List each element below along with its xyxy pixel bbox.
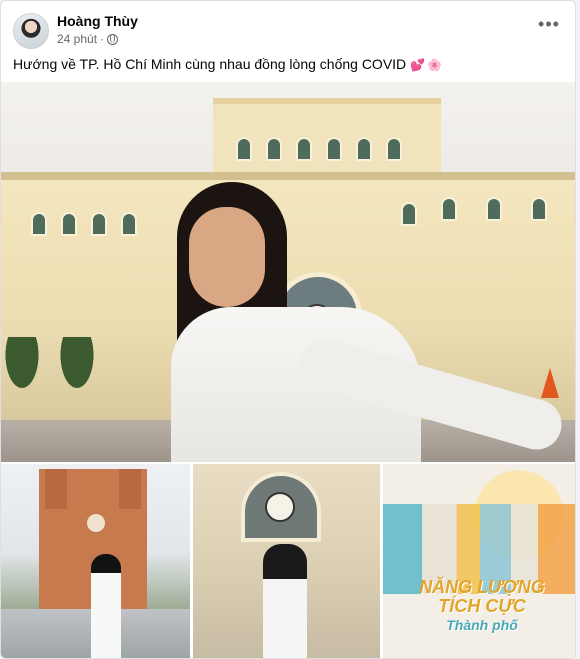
building-window (326, 137, 342, 161)
heart-emoji-icon: 💕 (410, 58, 426, 72)
thumb-photo-poster[interactable]: NĂNG LƯỢNG TÍCH CỰC Thành phố (383, 464, 575, 658)
palm-tree (56, 337, 98, 397)
building-window (296, 137, 312, 161)
poster-title-text: NĂNG LƯỢNG TÍCH CỰC (419, 577, 545, 616)
caption-text: Hướng về TP. Hồ Chí Minh cùng nhau đồng … (13, 56, 407, 72)
building-window (356, 137, 372, 161)
clock-icon (265, 492, 295, 522)
post-card: Hoàng Thùy 24 phút · ••• Hướng về TP. Hồ… (0, 0, 576, 659)
avatar[interactable] (13, 13, 49, 49)
meta-separator: · (100, 32, 105, 46)
spire (45, 469, 67, 509)
building-window (61, 212, 77, 236)
building-window (486, 197, 502, 221)
woman-selfie (151, 182, 568, 462)
globe-icon[interactable] (107, 33, 119, 45)
thumb-photo-cathedral[interactable] (1, 464, 190, 658)
spire (119, 469, 141, 509)
palm-tree (1, 337, 43, 397)
building-window (386, 137, 402, 161)
building-roofline (1, 172, 575, 180)
building-window (441, 197, 457, 221)
thumb-photo-post-office[interactable] (193, 464, 380, 658)
more-options-icon[interactable]: ••• (535, 15, 563, 37)
flower-emoji-icon: 🌸 (427, 58, 443, 72)
building-window (121, 212, 137, 236)
poster-title: NĂNG LƯỢNG TÍCH CỰC Thành phố (407, 578, 557, 635)
traffic-cone (541, 368, 559, 398)
rose-window (87, 514, 105, 532)
photo-grid: NĂNG LƯỢNG TÍCH CỰC Thành phố (1, 464, 575, 658)
author-name[interactable]: Hoàng Thùy (57, 13, 138, 29)
post-meta: 24 phút · (57, 32, 119, 46)
post-time[interactable]: 24 phút (57, 32, 97, 46)
building-window (531, 197, 547, 221)
building-window (236, 137, 252, 161)
face (189, 207, 265, 307)
post-header: Hoàng Thùy 24 phút · ••• (1, 1, 575, 49)
woman-ao-dai (91, 554, 121, 658)
building-window (31, 212, 47, 236)
post-caption: Hướng về TP. Hồ Chí Minh cùng nhau đồng … (13, 55, 565, 74)
main-photo[interactable] (1, 82, 575, 462)
woman-ao-dai (263, 544, 307, 658)
poster-subtitle: Thành phố (446, 617, 518, 633)
building-window (266, 137, 282, 161)
building-window (91, 212, 107, 236)
